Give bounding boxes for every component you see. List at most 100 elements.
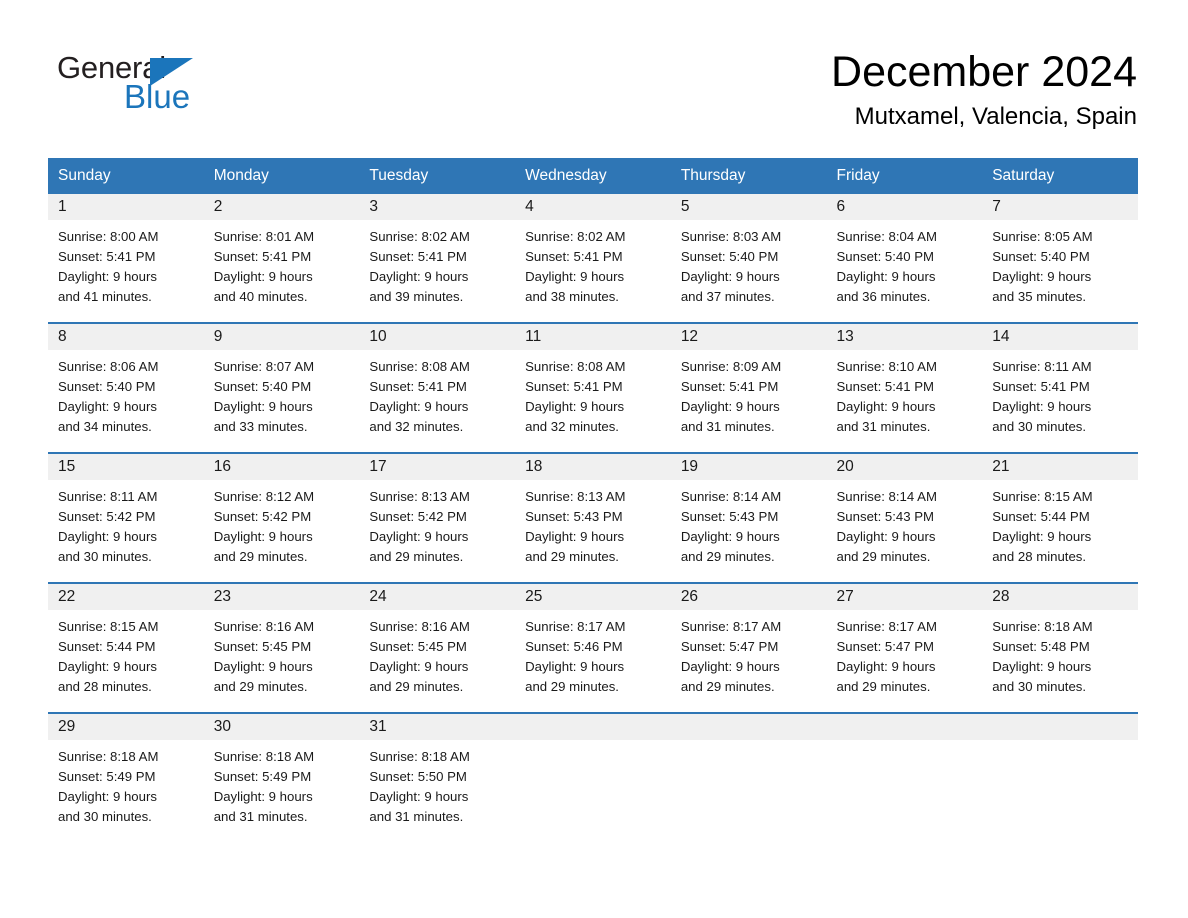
sunset-text: Sunset: 5:40 PM [58, 379, 156, 394]
day-details: Sunrise: 8:17 AM Sunset: 5:47 PM Daylight:… [827, 610, 983, 697]
calendar-day-cell[interactable]: 30 Sunrise: 8:18 AM Sunset: 5:49 PM Dayligh… [203, 713, 360, 830]
day-details: Sunrise: 8:13 AM Sunset: 5:42 PM Daylight:… [359, 480, 515, 567]
calendar-day-cell[interactable]: 5 Sunrise: 8:03 AM Sunset: 5:40 PM Daylight… [670, 194, 827, 310]
sunset-text: Sunset: 5:46 PM [525, 639, 623, 654]
sunrise-text: Sunrise: 8:04 AM [836, 229, 937, 244]
day-number: 11 [515, 324, 671, 350]
day-number: 13 [826, 324, 983, 350]
day-details: Sunrise: 8:09 AM Sunset: 5:41 PM Daylight:… [671, 350, 827, 437]
calendar-day-cell[interactable]: 28 Sunrise: 8:18 AM Sunset: 5:48 PM Dayligh… [982, 583, 1138, 700]
calendar-day-cell[interactable]: 6 Sunrise: 8:04 AM Sunset: 5:40 PM Daylight… [826, 194, 983, 310]
day-details: Sunrise: 8:11 AM Sunset: 5:42 PM Daylight:… [48, 480, 204, 567]
sunset-text: Sunset: 5:47 PM [836, 639, 935, 654]
day-details: Sunrise: 8:17 AM Sunset: 5:47 PM Daylight:… [671, 610, 827, 697]
day-number: 14 [982, 324, 1138, 350]
day-number: 22 [48, 584, 204, 610]
daylight-text-line2: and 41 minutes. [58, 289, 152, 304]
sunrise-text: Sunrise: 8:18 AM [369, 749, 470, 764]
calendar-day-cell[interactable]: 23 Sunrise: 8:16 AM Sunset: 5:45 PM Dayligh… [203, 583, 360, 700]
logo-text-blue: Blue [124, 78, 191, 115]
calendar-day-cell[interactable]: 25 Sunrise: 8:17 AM Sunset: 5:46 PM Dayligh… [515, 583, 671, 700]
daylight-text-line1: Daylight: 9 hours [680, 269, 780, 284]
calendar-day-cell[interactable]: 11 Sunrise: 8:08 AM Sunset: 5:41 PM Dayligh… [515, 323, 671, 440]
day-number: 9 [203, 324, 360, 350]
week-spacer-cell [48, 570, 1138, 583]
sunset-text: Sunset: 5:40 PM [992, 249, 1090, 264]
sunrise-text: Sunrise: 8:05 AM [992, 229, 1093, 244]
day-details: Sunrise: 8:10 AM Sunset: 5:41 PM Daylight:… [827, 350, 983, 437]
calendar-day-cell[interactable]: 21 Sunrise: 8:15 AM Sunset: 5:44 PM Dayligh… [982, 453, 1138, 570]
day-details: Sunrise: 8:18 AM Sunset: 5:49 PM Daylight:… [204, 740, 360, 827]
day-number: 24 [359, 584, 516, 610]
calendar-week-row: 29 Sunrise: 8:18 AM Sunset: 5:49 PM Dayligh… [48, 713, 1138, 830]
daylight-text-line1: Daylight: 9 hours [58, 789, 157, 804]
day-number: 6 [826, 194, 983, 220]
calendar-day-cell[interactable]: 10 Sunrise: 8:08 AM Sunset: 5:41 PM Dayligh… [359, 323, 516, 440]
calendar-day-cell[interactable]: 18 Sunrise: 8:13 AM Sunset: 5:43 PM Dayligh… [515, 453, 671, 570]
week-spacer [48, 570, 1138, 583]
daylight-text-line1: Daylight: 9 hours [992, 269, 1092, 284]
day-details: Sunrise: 8:02 AM Sunset: 5:41 PM Daylight:… [515, 220, 671, 307]
sunset-text: Sunset: 5:41 PM [836, 379, 935, 394]
sunrise-text: Sunrise: 8:13 AM [369, 489, 470, 504]
calendar-day-cell[interactable]: 7 Sunrise: 8:05 AM Sunset: 5:40 PM Daylight… [982, 194, 1138, 310]
sunset-text: Sunset: 5:42 PM [58, 509, 156, 524]
weekday-header-thursday: Thursday [670, 158, 827, 194]
calendar-day-cell[interactable]: 27 Sunrise: 8:17 AM Sunset: 5:47 PM Dayligh… [826, 583, 983, 700]
sunset-text: Sunset: 5:42 PM [369, 509, 467, 524]
calendar-body: 1 Sunrise: 8:00 AM Sunset: 5:41 PM Daylight… [48, 194, 1138, 830]
sunset-text: Sunset: 5:42 PM [213, 509, 312, 524]
calendar-day-cell[interactable]: 14 Sunrise: 8:11 AM Sunset: 5:41 PM Dayligh… [982, 323, 1138, 440]
calendar-day-cell[interactable]: 3 Sunrise: 8:02 AM Sunset: 5:41 PM Daylight… [359, 194, 516, 310]
day-number: 31 [359, 714, 516, 740]
sunset-text: Sunset: 5:41 PM [680, 379, 779, 394]
calendar-day-cell[interactable]: 13 Sunrise: 8:10 AM Sunset: 5:41 PM Dayligh… [826, 323, 983, 440]
calendar-day-cell[interactable]: 12 Sunrise: 8:09 AM Sunset: 5:41 PM Dayligh… [670, 323, 827, 440]
sunset-text: Sunset: 5:49 PM [213, 769, 312, 784]
daylight-text-line1: Daylight: 9 hours [213, 659, 313, 674]
calendar-day-cell[interactable]: 17 Sunrise: 8:13 AM Sunset: 5:42 PM Dayligh… [359, 453, 516, 570]
calendar-day-cell[interactable]: 19 Sunrise: 8:14 AM Sunset: 5:43 PM Dayligh… [670, 453, 827, 570]
calendar-day-cell[interactable]: 26 Sunrise: 8:17 AM Sunset: 5:47 PM Dayligh… [670, 583, 827, 700]
daylight-text-line2: and 29 minutes. [680, 549, 775, 564]
day-number: 2 [203, 194, 360, 220]
calendar-day-cell[interactable]: 9 Sunrise: 8:07 AM Sunset: 5:40 PM Daylight… [203, 323, 360, 440]
daylight-text-line2: and 38 minutes. [525, 289, 619, 304]
calendar-day-cell[interactable]: 20 Sunrise: 8:14 AM Sunset: 5:43 PM Dayligh… [826, 453, 983, 570]
calendar-week-row: 15 Sunrise: 8:11 AM Sunset: 5:42 PM Dayligh… [48, 453, 1138, 570]
sunrise-text: Sunrise: 8:16 AM [369, 619, 470, 634]
day-number: 3 [359, 194, 516, 220]
calendar-day-cell[interactable]: 4 Sunrise: 8:02 AM Sunset: 5:41 PM Daylight… [515, 194, 671, 310]
calendar-empty-cell [670, 713, 827, 830]
calendar-day-cell[interactable]: 16 Sunrise: 8:12 AM Sunset: 5:42 PM Dayligh… [203, 453, 360, 570]
calendar-day-cell[interactable]: 31 Sunrise: 8:18 AM Sunset: 5:50 PM Dayligh… [359, 713, 516, 830]
calendar-day-cell[interactable]: 8 Sunrise: 8:06 AM Sunset: 5:40 PM Daylight… [48, 323, 204, 440]
sunrise-text: Sunrise: 8:06 AM [58, 359, 159, 374]
daylight-text-line1: Daylight: 9 hours [213, 399, 313, 414]
daylight-text-line2: and 39 minutes. [369, 289, 464, 304]
sunrise-text: Sunrise: 8:02 AM [525, 229, 626, 244]
day-details: Sunrise: 8:15 AM Sunset: 5:44 PM Daylight:… [48, 610, 204, 697]
day-number: 25 [515, 584, 671, 610]
day-number [515, 714, 671, 740]
calendar-day-cell[interactable]: 15 Sunrise: 8:11 AM Sunset: 5:42 PM Dayligh… [48, 453, 204, 570]
sunrise-text: Sunrise: 8:15 AM [58, 619, 159, 634]
day-details: Sunrise: 8:00 AM Sunset: 5:41 PM Daylight:… [48, 220, 204, 307]
daylight-text-line1: Daylight: 9 hours [992, 399, 1092, 414]
day-number: 17 [359, 454, 516, 480]
day-number: 1 [48, 194, 204, 220]
daylight-text-line2: and 31 minutes. [369, 809, 464, 824]
calendar-day-cell[interactable]: 29 Sunrise: 8:18 AM Sunset: 5:49 PM Dayligh… [48, 713, 204, 830]
calendar-day-cell[interactable]: 2 Sunrise: 8:01 AM Sunset: 5:41 PM Daylight… [203, 194, 360, 310]
calendar-day-cell[interactable]: 24 Sunrise: 8:16 AM Sunset: 5:45 PM Dayligh… [359, 583, 516, 700]
day-details: Sunrise: 8:18 AM Sunset: 5:48 PM Daylight:… [982, 610, 1138, 697]
sunrise-text: Sunrise: 8:18 AM [213, 749, 315, 764]
week-spacer-cell [48, 440, 1138, 453]
day-details: Sunrise: 8:08 AM Sunset: 5:41 PM Daylight:… [359, 350, 515, 437]
calendar-day-cell[interactable]: 22 Sunrise: 8:15 AM Sunset: 5:44 PM Dayligh… [48, 583, 204, 700]
sunset-text: Sunset: 5:45 PM [369, 639, 467, 654]
daylight-text-line2: and 31 minutes. [213, 809, 308, 824]
calendar-day-cell[interactable]: 1 Sunrise: 8:00 AM Sunset: 5:41 PM Daylight… [48, 194, 204, 310]
sunset-text: Sunset: 5:45 PM [213, 639, 312, 654]
sunset-text: Sunset: 5:41 PM [369, 379, 467, 394]
